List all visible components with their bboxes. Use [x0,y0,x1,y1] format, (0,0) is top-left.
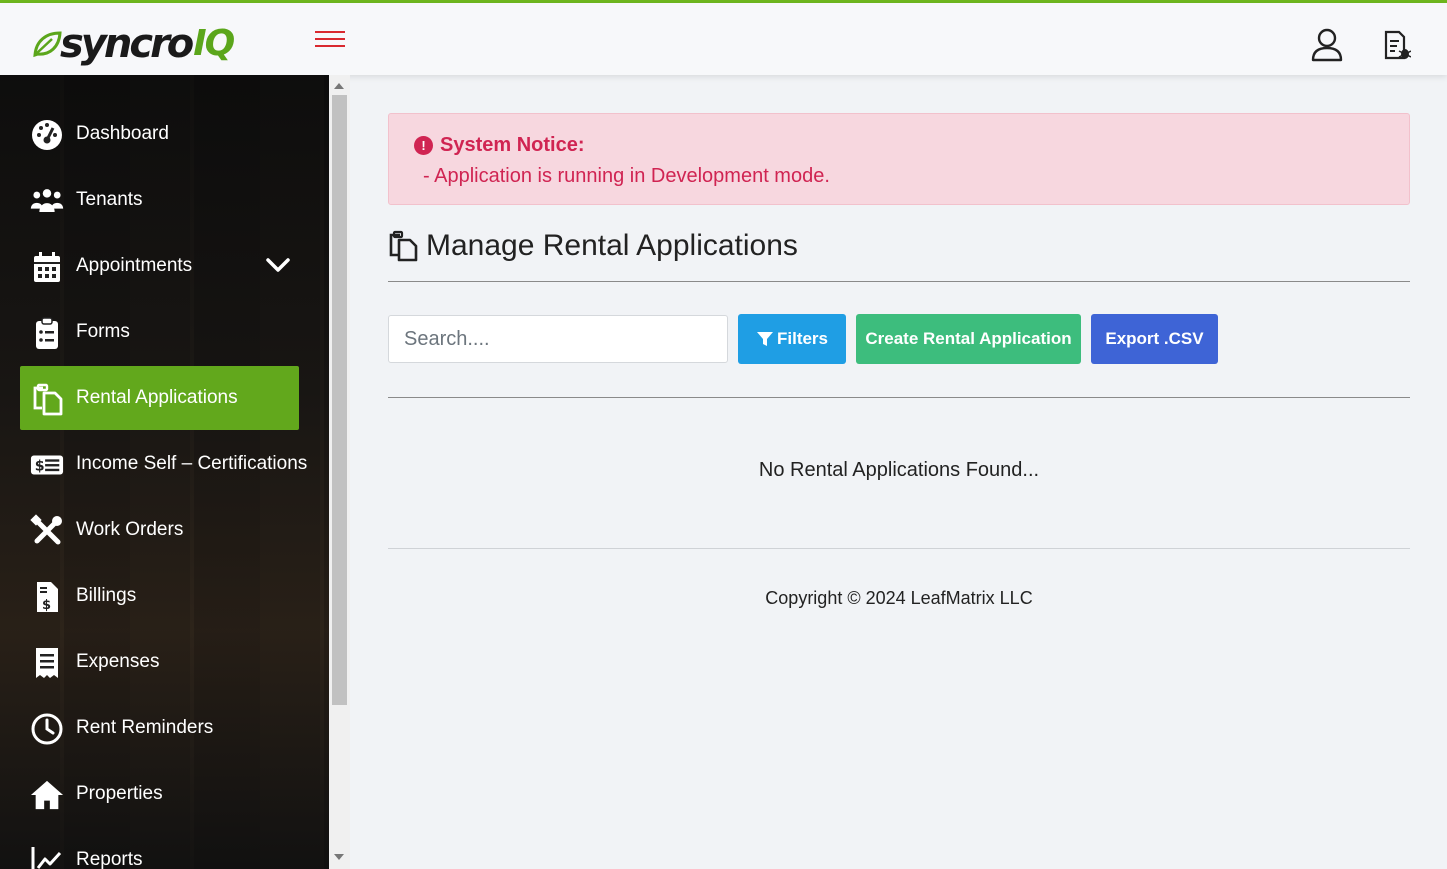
sidebar: Dashboard Tenants Appointments Forms Ren… [0,75,329,869]
sidebar-item-label: Appointments [76,255,193,276]
notice-message: - Application is running in Development … [423,165,830,187]
leaf-icon [33,31,62,58]
scroll-up-arrow[interactable] [334,83,344,89]
copy-icon [389,230,418,262]
sidebar-item-reports[interactable]: Reports [20,828,299,869]
hamburger-icon[interactable] [315,31,345,51]
chevron-down-icon[interactable] [265,256,291,274]
divider [388,548,1410,549]
money-bill-icon: $ [30,455,64,475]
sidebar-item-label: Dashboard [76,123,169,144]
divider [388,397,1410,398]
system-notice: ! System Notice: - Application is runnin… [388,113,1410,205]
dashboard-gauge-icon [32,120,62,150]
invoice-dollar-icon: $ [37,582,58,613]
tools-icon [30,514,62,545]
footer-copyright: Copyright © 2024 LeafMatrix LLC [765,588,1033,608]
sidebar-item-label: Billings [76,585,137,606]
sidebar-item-dashboard[interactable]: Dashboard [20,102,299,166]
sidebar-scrollbar[interactable] [329,75,350,869]
sidebar-item-billings[interactable]: $ Billings [20,564,299,628]
sidebar-item-label: Work Orders [76,519,184,540]
sidebar-item-rental-applications[interactable]: Rental Applications [20,366,299,430]
sidebar-item-appointments[interactable]: Appointments [20,234,299,298]
sidebar-item-tenants[interactable]: Tenants [20,168,299,232]
clipboard-icon [36,317,58,349]
sidebar-item-label: Tenants [76,189,143,210]
sidebar-item-label: Forms [76,321,130,342]
notice-title: ! System Notice: [414,134,585,157]
sidebar-item-label: Reports [76,849,143,869]
sidebar-item-income-certifications[interactable]: $ Income Self – Certifications [20,432,307,496]
exclamation-circle-icon: ! [414,136,433,155]
calendar-icon [34,252,60,282]
search-input[interactable] [388,315,728,363]
sidebar-item-label: Expenses [76,651,160,672]
divider [388,281,1410,282]
brand-logo[interactable]: syncro IQ [32,21,235,67]
home-icon [30,780,64,810]
sidebar-item-label: Properties [76,783,163,804]
clock-icon [31,713,63,745]
notice-title-text: System Notice: [440,134,585,156]
filters-button[interactable]: Filters [738,314,846,364]
document-bug-icon[interactable] [1383,30,1411,62]
sidebar-item-rent-reminders[interactable]: Rent Reminders [20,696,299,760]
sidebar-item-label: Rental Applications [76,387,238,408]
chart-line-icon [31,847,62,869]
brand-name: syncro [60,21,194,67]
export-csv-button[interactable]: Export .CSV [1091,314,1218,364]
svg-text:$: $ [42,598,51,613]
svg-text:$: $ [35,459,45,475]
filters-label: Filters [776,329,829,348]
sidebar-item-expenses[interactable]: Expenses [20,630,299,694]
create-rental-application-button[interactable]: Create Rental Application [856,314,1081,364]
copy-icon [33,383,63,416]
empty-state-message: No Rental Applications Found... [758,459,1040,481]
sidebar-item-properties[interactable]: Properties [20,762,299,826]
page-title: Manage Rental Applications [388,226,798,266]
sidebar-item-label: Income Self – Certifications [76,453,308,474]
sidebar-item-work-orders[interactable]: Work Orders [20,498,299,562]
top-header: syncro IQ [0,3,1447,75]
scroll-down-arrow[interactable] [334,854,344,860]
filter-icon [756,332,773,346]
sidebar-item-label: Rent Reminders [76,717,214,738]
scroll-thumb[interactable] [332,95,347,705]
sidebar-item-forms[interactable]: Forms [20,300,299,364]
receipt-icon [36,648,58,678]
user-icon[interactable] [1310,27,1344,63]
users-icon [30,189,64,213]
page-title-text: Manage Rental Applications [426,229,798,262]
brand-suffix: IQ [193,23,235,64]
